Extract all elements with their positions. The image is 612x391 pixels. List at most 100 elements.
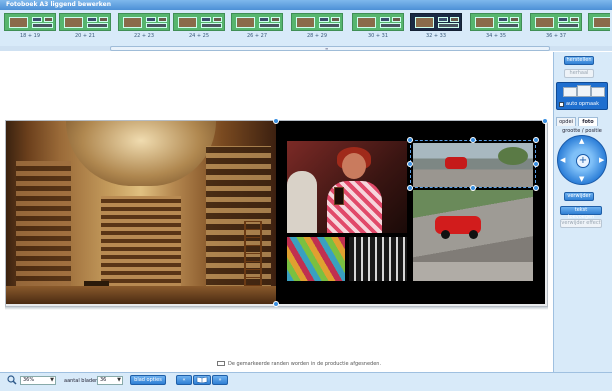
page-thumbnail[interactable]: 18 + 19 bbox=[4, 13, 56, 41]
redo-button[interactable]: herhaal bbox=[564, 69, 594, 78]
spread-handle-top[interactable] bbox=[273, 118, 279, 124]
thumbnail-photo bbox=[213, 17, 222, 22]
resize-handle-s[interactable] bbox=[470, 185, 476, 191]
undo-button[interactable]: herstellen bbox=[564, 56, 594, 65]
left-page-photo-library[interactable] bbox=[6, 121, 276, 304]
thumbnail-label: 18 + 19 bbox=[19, 33, 41, 39]
thumbnail-photo bbox=[32, 17, 42, 22]
panel-tabs: opdei foto bbox=[556, 117, 608, 126]
previous-page-button[interactable]: « bbox=[176, 375, 192, 385]
thumbnail-photo bbox=[558, 17, 568, 22]
page-thumbnail[interactable]: 36 + 37 bbox=[530, 13, 582, 41]
tab-opdei[interactable]: opdei bbox=[556, 117, 576, 126]
page-thumbnail[interactable]: 26 + 27 bbox=[231, 13, 283, 41]
pages-select[interactable]: 36 ▼ bbox=[97, 376, 123, 385]
thumbnail-photo bbox=[357, 17, 376, 28]
thumbnail-preview bbox=[118, 13, 170, 31]
zoom-in-icon[interactable]: + bbox=[576, 154, 590, 168]
auto-layout-checkbox[interactable] bbox=[559, 102, 564, 107]
auto-layout-box[interactable]: auto opmaak bbox=[556, 82, 608, 110]
page-thumbnail[interactable]: 32 + 33 bbox=[410, 13, 462, 41]
page-thumbnail[interactable]: 22 + 23 bbox=[118, 13, 170, 41]
move-down-icon[interactable]: ▼ bbox=[579, 176, 584, 183]
add-text-button[interactable]: tekst toevoegen bbox=[560, 206, 602, 220]
page-thumbnail[interactable]: 3 bbox=[588, 13, 610, 41]
thumbnail-scrollbar[interactable]: ≡ bbox=[0, 46, 612, 51]
thumbnail-preview bbox=[173, 13, 225, 31]
photo-ladder bbox=[244, 221, 262, 293]
page-thumbnail[interactable]: 30 + 31 bbox=[352, 13, 404, 41]
remove-effect-button[interactable]: verwijder effect bbox=[560, 219, 602, 228]
photo-glass bbox=[334, 187, 344, 205]
page-thumbnail[interactable]: 28 + 29 bbox=[291, 13, 343, 41]
position-dpad[interactable]: ▲ ▼ ◀ ▶ + bbox=[557, 135, 607, 185]
page-options-button[interactable]: blad opties bbox=[130, 375, 166, 385]
thumbnail-photo bbox=[178, 17, 197, 28]
thumbnail-label: 26 + 27 bbox=[246, 33, 268, 39]
resize-handle-sw[interactable] bbox=[407, 185, 413, 191]
window-title: Fotoboek A3 liggend bewerken bbox=[0, 0, 612, 10]
thumbnail-photo bbox=[87, 17, 97, 22]
thumbnail-label: 32 + 33 bbox=[425, 33, 447, 39]
move-left-icon[interactable]: ◀ bbox=[560, 157, 565, 164]
thumbnail-preview bbox=[530, 13, 582, 31]
thumbnail-label: 30 + 31 bbox=[367, 33, 389, 39]
thumbnail-photo bbox=[319, 17, 329, 22]
photo-graffiti-wall[interactable] bbox=[287, 237, 345, 281]
thumbnail-photo bbox=[259, 17, 269, 22]
thumbnail-label: 22 + 23 bbox=[133, 33, 155, 39]
spread-handle-right[interactable] bbox=[542, 118, 548, 124]
next-page-button[interactable]: » bbox=[212, 375, 228, 385]
resize-handle-n[interactable] bbox=[470, 137, 476, 143]
page-thumbnail[interactable]: 34 + 35 bbox=[470, 13, 522, 41]
thumbnail-photo bbox=[9, 17, 28, 28]
thumbnail-label: 28 + 29 bbox=[306, 33, 328, 39]
thumbnail-photo bbox=[32, 23, 53, 28]
book-view-button[interactable] bbox=[193, 375, 211, 385]
thumbnail-photo bbox=[475, 17, 494, 28]
photo-metal-objects[interactable] bbox=[349, 237, 407, 281]
thumbnail-photo bbox=[146, 17, 156, 22]
thumbnail-photo bbox=[158, 17, 167, 22]
thumbnail-preview bbox=[59, 13, 111, 31]
photo-hall bbox=[101, 196, 181, 291]
resize-handle-w[interactable] bbox=[407, 161, 413, 167]
thumbnail-photo bbox=[498, 23, 519, 28]
thumbnail-photo bbox=[201, 23, 222, 28]
thumbnail-photo bbox=[450, 17, 459, 22]
scrollbar-grip-icon: ≡ bbox=[325, 46, 329, 51]
pages-label: aantal bladen bbox=[64, 378, 99, 384]
thumbnail-preview bbox=[588, 13, 610, 31]
photo-street-red-car[interactable] bbox=[413, 190, 533, 281]
thumbnail-photo bbox=[271, 17, 280, 22]
thumbnail-photo bbox=[438, 17, 448, 22]
move-right-icon[interactable]: ▶ bbox=[599, 157, 604, 164]
selection-frame bbox=[410, 140, 536, 188]
thumbnail-photo bbox=[510, 17, 519, 22]
book-icon bbox=[196, 376, 208, 384]
scrollbar-thumb[interactable]: ≡ bbox=[110, 46, 550, 51]
resize-handle-nw[interactable] bbox=[407, 137, 413, 143]
remove-button[interactable]: verwijder bbox=[564, 192, 594, 201]
thumbnail-photo bbox=[146, 23, 167, 28]
resize-handle-se[interactable] bbox=[533, 185, 539, 191]
chevron-down-icon: ▼ bbox=[50, 377, 54, 383]
resize-handle-e[interactable] bbox=[533, 161, 539, 167]
page-thumbnail[interactable]: 20 + 21 bbox=[59, 13, 111, 41]
zoom-select[interactable]: 36% ▼ bbox=[20, 376, 56, 385]
thumbnail-photo bbox=[570, 17, 579, 22]
photo-face bbox=[342, 153, 366, 179]
photo-wheel bbox=[469, 230, 478, 239]
resize-handle-ne[interactable] bbox=[533, 137, 539, 143]
thumbnail-label: 36 + 37 bbox=[545, 33, 567, 39]
photo-curb bbox=[413, 262, 533, 281]
photo-woman-with-drink[interactable] bbox=[287, 141, 407, 233]
thumbnail-preview bbox=[4, 13, 56, 31]
page-thumbnail[interactable]: 24 + 25 bbox=[173, 13, 225, 41]
thumbnail-photo bbox=[415, 17, 434, 28]
thumbnail-label: 3 bbox=[588, 33, 610, 39]
crop-info-text: De gemarkeerde randen worden in de produ… bbox=[228, 361, 382, 367]
move-up-icon[interactable]: ▲ bbox=[579, 138, 584, 145]
thumbnail-photo bbox=[236, 17, 255, 28]
tab-foto[interactable]: foto bbox=[578, 117, 598, 126]
